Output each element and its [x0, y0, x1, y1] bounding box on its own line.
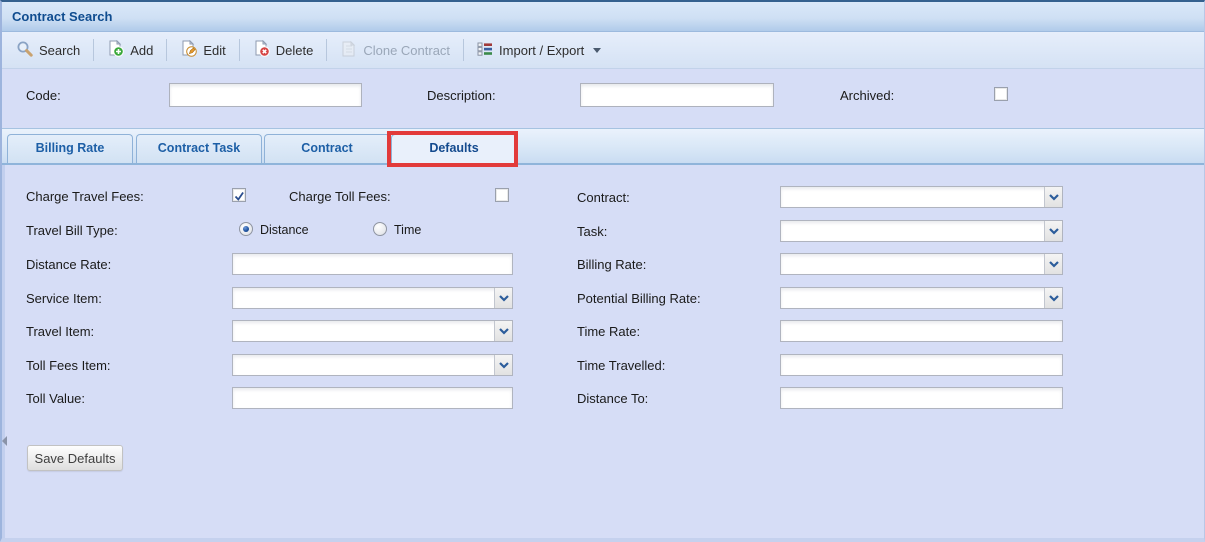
potential-billing-rate-combobox[interactable]: [780, 287, 1063, 309]
billing-rate-label: Billing Rate:: [577, 257, 647, 272]
task-combo-trigger[interactable]: [1044, 221, 1062, 241]
billing-rate-combobox[interactable]: [780, 253, 1063, 275]
toll-value-label: Toll Value:: [26, 391, 86, 406]
task-combobox[interactable]: [780, 220, 1063, 242]
charge-travel-fees-label: Charge Travel Fees:: [26, 189, 144, 204]
archived-checkbox[interactable]: [994, 87, 1008, 101]
billing-rate-combo-input[interactable]: [781, 254, 1044, 274]
page-title: Contract Search: [12, 9, 113, 24]
distance-rate-input[interactable]: [232, 253, 513, 275]
contract-combo-trigger[interactable]: [1044, 187, 1062, 207]
travel-item-combo-input[interactable]: [233, 321, 494, 341]
time-travelled-input[interactable]: [780, 354, 1063, 376]
task-combo-input[interactable]: [781, 221, 1044, 241]
code-label: Code:: [26, 88, 61, 103]
import-export-icon: [477, 41, 493, 60]
toll-fees-item-combo-trigger[interactable]: [494, 355, 512, 375]
travel-item-label: Travel Item:: [26, 324, 95, 339]
potential-billing-rate-combo-trigger[interactable]: [1044, 288, 1062, 308]
toolbar-separator: [463, 39, 465, 61]
time-rate-input[interactable]: [780, 320, 1063, 342]
contract-label: Contract:: [577, 190, 630, 205]
description-input[interactable]: [580, 83, 774, 107]
toolbar-separator: [93, 39, 95, 61]
add-button-label: Add: [130, 42, 154, 58]
tab-contract-task[interactable]: Contract Task: [136, 134, 262, 163]
potential-billing-rate-label: Potential Billing Rate:: [577, 291, 701, 306]
delete-button-label: Delete: [275, 42, 314, 58]
panel-collapse-handle[interactable]: [2, 436, 7, 446]
charge-toll-fees-label: Charge Toll Fees:: [289, 189, 391, 204]
distance-to-input[interactable]: [780, 387, 1063, 409]
clone-contract-button[interactable]: Clone Contract: [332, 36, 458, 64]
contract-search-window: Contract Search Search Add Edit Delete C…: [0, 0, 1205, 542]
billing-rate-combo-trigger[interactable]: [1044, 254, 1062, 274]
toolbar-separator: [238, 39, 240, 61]
toll-fees-item-combobox[interactable]: [232, 354, 513, 376]
distance-rate-label: Distance Rate:: [26, 257, 112, 272]
archived-label: Archived:: [840, 88, 895, 103]
charge-travel-fees-checkbox[interactable]: [232, 188, 246, 202]
travel-item-combobox[interactable]: [232, 320, 513, 342]
service-item-label: Service Item:: [26, 291, 102, 306]
travel-bill-type-radio-distance[interactable]: [239, 222, 253, 236]
import-export-button[interactable]: Import / Export: [469, 37, 609, 64]
service-item-combo-trigger[interactable]: [494, 288, 512, 308]
distance-to-label: Distance To:: [577, 391, 649, 406]
radio-time-label: Time: [394, 223, 422, 237]
tab-contract[interactable]: Contract: [264, 134, 390, 163]
clone-contract-button-label: Clone Contract: [363, 42, 451, 58]
potential-billing-rate-combo-input[interactable]: [781, 288, 1044, 308]
edit-icon: [180, 39, 198, 60]
description-label: Description:: [427, 88, 496, 103]
toolbar-separator: [166, 39, 168, 61]
edit-button[interactable]: Edit: [172, 36, 233, 64]
panel-left-edge: [2, 165, 5, 538]
window-titlebar: Contract Search: [2, 2, 1204, 32]
chevron-down-icon: [593, 47, 602, 53]
tab-defaults[interactable]: Defaults: [391, 134, 517, 165]
search-icon: [16, 40, 33, 60]
edit-button-label: Edit: [203, 42, 226, 58]
code-input[interactable]: [169, 83, 362, 107]
search-button[interactable]: Search: [8, 36, 88, 64]
delete-icon: [253, 39, 270, 60]
toll-fees-item-label: Toll Fees Item:: [26, 358, 111, 373]
add-button[interactable]: Add: [99, 36, 161, 64]
import-export-button-label: Import / Export: [499, 42, 585, 58]
travel-bill-type-radio-time[interactable]: [373, 222, 387, 236]
save-defaults-button[interactable]: Save Defaults: [27, 445, 123, 471]
add-icon: [107, 39, 125, 60]
travel-item-combo-trigger[interactable]: [494, 321, 512, 341]
toolbar-separator: [326, 39, 328, 61]
service-item-combo-input[interactable]: [233, 288, 494, 308]
charge-toll-fees-checkbox[interactable]: [495, 188, 509, 202]
task-label: Task:: [577, 224, 608, 239]
time-travelled-label: Time Travelled:: [577, 358, 666, 373]
toll-fees-item-combo-input[interactable]: [233, 355, 494, 375]
tab-billing-rate[interactable]: Billing Rate: [7, 134, 133, 163]
time-rate-label: Time Rate:: [577, 324, 641, 339]
radio-distance-label: Distance: [260, 223, 309, 237]
delete-button[interactable]: Delete: [245, 36, 322, 64]
clone-contract-icon: [340, 40, 357, 60]
toll-value-input[interactable]: [232, 387, 513, 409]
contract-combobox[interactable]: [780, 186, 1063, 208]
main-toolbar: Search Add Edit Delete Clone Contract Im…: [2, 32, 1204, 69]
search-button-label: Search: [39, 42, 81, 58]
service-item-combobox[interactable]: [232, 287, 513, 309]
travel-bill-type-label: Travel Bill Type:: [26, 223, 118, 238]
contract-combo-input[interactable]: [781, 187, 1044, 207]
